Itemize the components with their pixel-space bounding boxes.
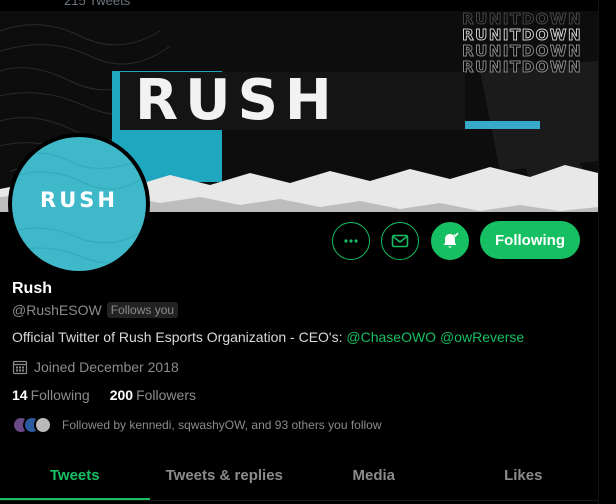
following-count: 14 <box>12 387 28 403</box>
avatar[interactable]: RUSH <box>12 137 146 271</box>
notifications-button[interactable] <box>431 222 469 260</box>
banner-logo-text: RUSH <box>135 68 339 133</box>
followed-by[interactable]: Followed by kennedi, sqwashyOW, and 93 o… <box>12 416 382 434</box>
profile-header-bar: 215 Tweets <box>0 0 616 11</box>
bio-mention-chaseowo[interactable]: @ChaseOWO <box>346 329 436 345</box>
more-icon <box>344 239 358 243</box>
followers-count: 200 <box>109 387 134 403</box>
handle-row: @RushESOW Follows you <box>12 300 179 320</box>
following-button[interactable]: Following <box>480 221 580 259</box>
follower-avatars <box>12 416 52 434</box>
tab-media[interactable]: Media <box>299 455 449 500</box>
tab-tweets-replies[interactable]: Tweets & replies <box>150 455 300 500</box>
avatar-logo-text: RUSH <box>40 188 118 212</box>
scrollbar[interactable] <box>598 0 616 504</box>
follows-you-badge: Follows you <box>106 302 179 318</box>
followed-by-text: Followed by kennedi, sqwashyOW, and 93 o… <box>62 418 382 432</box>
profile-handle: @RushESOW <box>12 302 102 318</box>
bio-text: Official Twitter of Rush Esports Organiz… <box>12 329 347 345</box>
bell-icon <box>443 232 459 248</box>
calendar-icon <box>12 360 28 375</box>
bio-mention-owreverse[interactable]: @owReverse <box>440 329 524 345</box>
more-button[interactable] <box>332 222 370 260</box>
message-button[interactable] <box>381 222 419 260</box>
followers-count-link[interactable]: 200 Followers <box>110 387 196 403</box>
tweet-count: 215 Tweets <box>64 0 131 8</box>
profile-bio: Official Twitter of Rush Esports Organiz… <box>12 329 524 345</box>
joined-date: Joined December 2018 <box>12 357 179 377</box>
following-count-link[interactable]: 14 Following <box>12 387 90 403</box>
mini-avatar <box>34 416 52 434</box>
followers-label: Followers <box>136 387 196 403</box>
profile-name: Rush <box>12 280 52 297</box>
joined-text: Joined December 2018 <box>34 359 179 375</box>
banner-tagline: RUNITDOWN RUNITDOWN RUNITDOWN RUNITDOWN <box>462 11 582 76</box>
tab-likes[interactable]: Likes <box>449 455 599 500</box>
tab-tweets[interactable]: Tweets <box>0 455 150 500</box>
profile-tabs: Tweets Tweets & replies Media Likes <box>0 455 598 501</box>
follow-stats: 14 Following 200 Followers <box>12 387 196 403</box>
following-label: Following <box>30 387 90 403</box>
mail-icon <box>391 234 409 248</box>
